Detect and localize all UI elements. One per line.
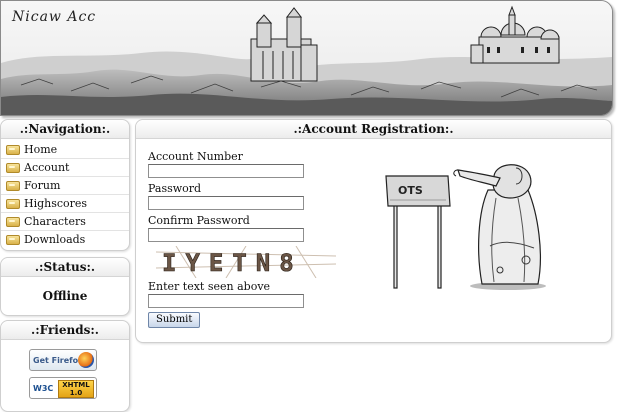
nav-item-label[interactable]: Account: [24, 159, 69, 176]
nav-item-forum[interactable]: Forum: [1, 177, 129, 195]
confirm-password-label: Confirm Password: [148, 214, 250, 227]
status-title: .:Status:.: [1, 258, 129, 277]
nav-item-label[interactable]: Characters: [24, 213, 86, 230]
password-input[interactable]: [148, 196, 304, 210]
header-banner: Nicaw Acc: [0, 0, 613, 116]
w3c-xhtml-badge[interactable]: W3C XHTML 1.0: [29, 377, 97, 399]
registration-panel: .:Account Registration:. Account Number …: [135, 119, 612, 343]
navigation-list: Home Account Forum Highscores Characters…: [1, 141, 129, 248]
captcha-image: IYETN8: [156, 246, 336, 278]
status-panel: .:Status:. Offline: [0, 257, 130, 316]
confirm-password-input[interactable]: [148, 228, 304, 242]
folder-icon: [6, 234, 20, 245]
server-status-value: Offline: [42, 289, 88, 303]
sign-text: OTS: [398, 184, 423, 197]
badge-label: W3C: [33, 383, 54, 393]
nav-item-account[interactable]: Account: [1, 159, 129, 177]
folder-icon: [6, 144, 20, 155]
badge-label: Get Firefox: [33, 355, 84, 365]
folder-icon: [6, 180, 20, 191]
friends-title: .:Friends:.: [1, 321, 129, 340]
navigation-panel: .:Navigation:. Home Account Forum Highsc…: [0, 119, 130, 251]
account-number-label: Account Number: [148, 150, 243, 163]
nav-item-label[interactable]: Forum: [24, 177, 60, 194]
captcha-input[interactable]: [148, 294, 304, 308]
folder-icon: [6, 216, 20, 227]
captcha-label: Enter text seen above: [148, 280, 271, 293]
registration-title: .:Account Registration:.: [136, 120, 611, 139]
navigation-title: .:Navigation:.: [1, 120, 129, 139]
submit-button[interactable]: Submit: [148, 312, 201, 328]
folder-icon: [6, 162, 20, 173]
folder-icon: [6, 198, 20, 209]
nav-item-home[interactable]: Home: [1, 141, 129, 159]
nav-item-characters[interactable]: Characters: [1, 213, 129, 231]
password-label: Password: [148, 182, 202, 195]
nav-item-highscores[interactable]: Highscores: [1, 195, 129, 213]
firefox-icon: [78, 352, 94, 368]
nav-item-label[interactable]: Highscores: [24, 195, 87, 212]
captcha-text: IYETN8: [162, 249, 303, 277]
get-firefox-badge[interactable]: Get Firefox: [29, 349, 97, 371]
nav-item-label[interactable]: Downloads: [24, 231, 85, 248]
nav-item-downloads[interactable]: Downloads: [1, 231, 129, 248]
xhtml-version-label: XHTML 1.0: [58, 380, 94, 398]
site-logo[interactable]: Nicaw Acc: [12, 9, 96, 25]
monk-signpost-illustration: OTS: [385, 164, 546, 290]
nav-item-label[interactable]: Home: [24, 141, 57, 158]
account-number-input[interactable]: [148, 164, 304, 178]
